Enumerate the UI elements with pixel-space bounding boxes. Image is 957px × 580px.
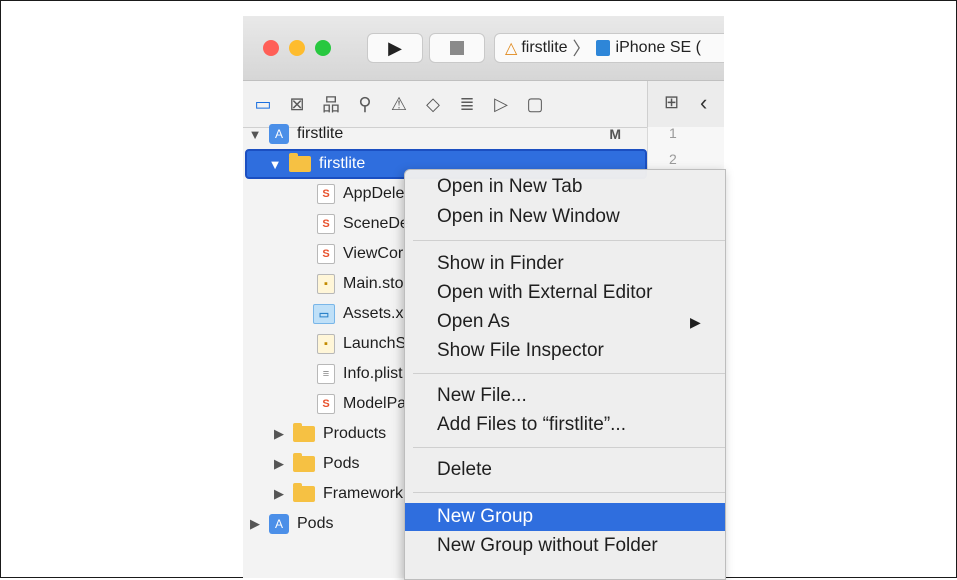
debug-icon[interactable]: ≣ xyxy=(450,94,484,115)
project-icon: A xyxy=(269,124,289,144)
project-icon: A xyxy=(269,514,289,534)
destination-name: iPhone SE ( xyxy=(615,39,701,56)
tree-item-label: ModelPa xyxy=(343,395,407,412)
source-control-icon[interactable]: ⊠ xyxy=(280,94,314,115)
swift-file-icon: S xyxy=(317,214,335,234)
close-window-button[interactable] xyxy=(263,40,279,56)
asset-catalog-icon: ▭ xyxy=(313,304,335,324)
menu-item-show-file-inspector[interactable]: Show File Inspector xyxy=(405,337,725,365)
folder-icon xyxy=(289,153,311,172)
disclosure-closed-icon[interactable]: ▶ xyxy=(271,426,287,442)
related-items-icon[interactable]: ⊞ xyxy=(664,92,679,113)
menu-item-new-group[interactable]: New Group xyxy=(405,503,725,531)
tree-item-label: ViewCor xyxy=(343,245,404,262)
swift-file-icon: S xyxy=(317,394,335,414)
menu-item-open-as[interactable]: Open As ▶ xyxy=(405,308,725,336)
back-icon[interactable]: ‹ xyxy=(700,90,707,116)
scheme-name: firstlite xyxy=(521,39,568,56)
plist-file-icon: ≡ xyxy=(317,364,335,384)
folder-icon xyxy=(293,423,315,442)
folder-icon xyxy=(293,453,315,472)
swift-file-icon: S xyxy=(317,184,335,204)
breakpoint-icon[interactable]: ▷ xyxy=(484,94,518,115)
submenu-arrow-icon: ▶ xyxy=(690,314,701,330)
tree-item-label: Products xyxy=(323,425,387,442)
editor-jump-bar: ⊞ ‹ xyxy=(647,81,724,128)
menu-separator xyxy=(413,240,725,241)
disclosure-open-icon[interactable]: ▼ xyxy=(247,127,263,142)
tree-item-label: Pods xyxy=(323,455,360,472)
stop-icon xyxy=(450,41,464,55)
search-icon[interactable]: ⚲ xyxy=(348,94,382,115)
report-icon[interactable]: ▢ xyxy=(518,94,552,115)
menu-item-new-file[interactable]: New File... xyxy=(405,382,725,410)
warning-icon[interactable]: ⚠ xyxy=(382,94,416,115)
tree-item-label: firstlite xyxy=(297,125,344,142)
menu-item-open-in-new-window[interactable]: Open in New Window xyxy=(405,203,725,231)
play-icon: ▶ xyxy=(388,37,402,58)
tree-item-label: LaunchS xyxy=(343,335,407,352)
disclosure-closed-icon[interactable]: ▶ xyxy=(271,486,287,502)
minimize-window-button[interactable] xyxy=(289,40,305,56)
menu-item-open-in-new-tab[interactable]: Open in New Tab xyxy=(405,173,725,201)
tree-item-label: firstlite xyxy=(319,155,366,172)
modified-badge: M xyxy=(609,126,621,142)
tree-item-project-firstlite[interactable]: ▼ A firstlite M xyxy=(243,119,647,149)
line-number: 2 xyxy=(669,151,677,167)
menu-separator xyxy=(413,373,725,374)
test-icon[interactable]: ◇ xyxy=(416,94,450,115)
folder-icon[interactable]: ▭ xyxy=(246,94,280,115)
menu-item-delete[interactable]: Delete xyxy=(405,456,725,484)
tree-item-label: Main.sto xyxy=(343,275,404,292)
menu-item-open-with-external-editor[interactable]: Open with External Editor xyxy=(405,279,725,307)
storyboard-file-icon: ▪ xyxy=(317,274,335,294)
disclosure-closed-icon[interactable]: ▶ xyxy=(271,456,287,472)
folder-icon xyxy=(293,483,315,502)
swift-file-icon: S xyxy=(317,244,335,264)
tree-item-label: SceneDe xyxy=(343,215,409,232)
menu-separator xyxy=(413,447,725,448)
menu-item-add-files[interactable]: Add Files to “firstlite”... xyxy=(405,411,725,439)
zoom-window-button[interactable] xyxy=(315,40,331,56)
stop-button[interactable] xyxy=(429,33,485,63)
tree-item-label: Pods xyxy=(297,515,334,532)
scheme-selector[interactable]: △ firstlite 〉 iPhone SE ( xyxy=(494,33,724,63)
menu-separator xyxy=(413,492,725,493)
line-number: 1 xyxy=(669,125,677,141)
device-icon xyxy=(595,40,610,56)
tree-item-label: Info.plist xyxy=(343,365,403,382)
menu-item-label: Open As xyxy=(437,311,510,332)
run-button[interactable]: ▶ xyxy=(367,33,423,63)
context-menu: Open in New Tab Open in New Window Show … xyxy=(404,169,726,580)
tree-item-label: AppDele xyxy=(343,185,405,202)
hierarchy-icon[interactable]: 品 xyxy=(314,91,348,117)
storyboard-file-icon: ▪ xyxy=(317,334,335,354)
tree-item-label: Assets.x xyxy=(343,305,404,322)
toolbar: ▶ △ firstlite 〉 iPhone SE ( xyxy=(243,16,724,81)
menu-item-show-in-finder[interactable]: Show in Finder xyxy=(405,250,725,278)
app-target-icon: △ xyxy=(505,40,518,57)
disclosure-closed-icon[interactable]: ▶ xyxy=(247,516,263,532)
disclosure-open-icon[interactable]: ▼ xyxy=(267,157,283,172)
tree-item-label: Framework xyxy=(323,485,404,502)
menu-item-new-group-without-folder[interactable]: New Group without Folder xyxy=(405,532,725,560)
chevron-right-icon: 〉 xyxy=(572,39,591,59)
